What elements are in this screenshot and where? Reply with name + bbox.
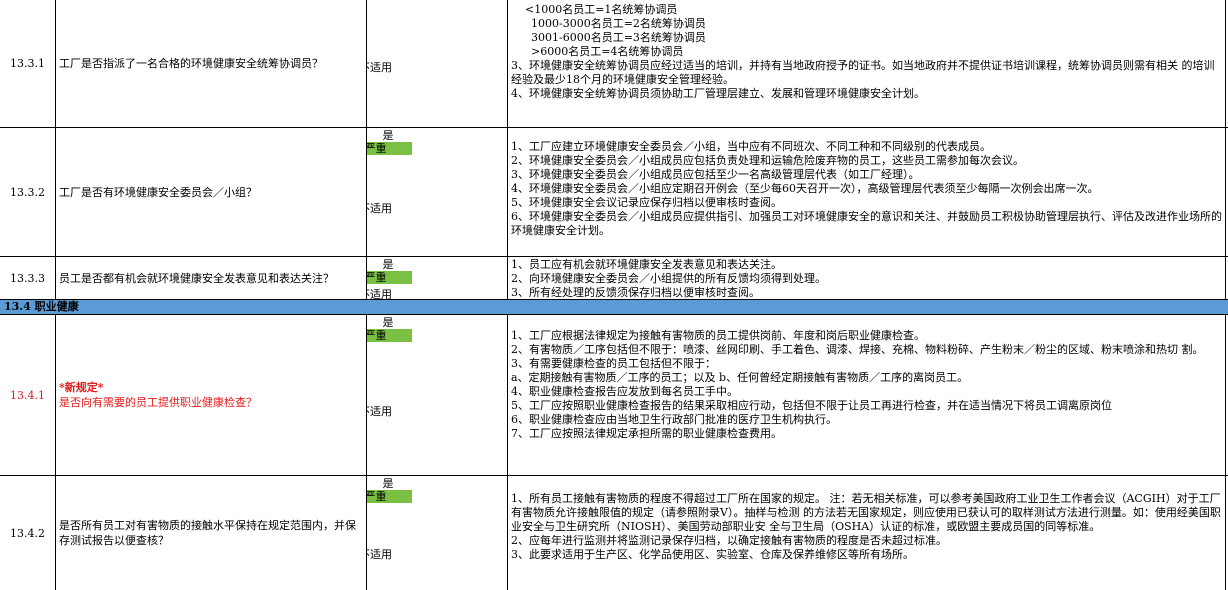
row-status-cell[interactable]: 是 严重 不适用 bbox=[367, 476, 508, 590]
row-status-cell[interactable]: 是 严重 不适用 bbox=[367, 128, 508, 256]
yes-label: 是 bbox=[382, 129, 394, 142]
row-status-cell[interactable]: 不适用 bbox=[367, 0, 508, 127]
status-text: 不适用 bbox=[367, 61, 392, 74]
yes-label: 是 bbox=[382, 258, 394, 271]
row-id-text: 13.4.2 bbox=[10, 526, 45, 540]
detail-line: 1000-3000名员工=2名统筹协调员 bbox=[531, 17, 706, 30]
detail-line: a、定期接触有害物质／工序的员工；以及 b、任何曾经定期接触有害物质／工序的离岗… bbox=[511, 371, 969, 384]
detail-line: 5、工厂应按照职业健康检查报告的结果采取相应行动，包括但不限于让员工再进行检查，… bbox=[511, 399, 1112, 412]
row-id-text: 13.3.2 bbox=[10, 185, 45, 199]
detail-line: 1、工厂应建立环境健康安全委员会／小组，当中应有不同班次、不同工种和不同级别的代… bbox=[511, 140, 991, 153]
section-header: 13.4 职业健康 bbox=[0, 300, 1228, 315]
table-row-13-3-1: 13.3.1 工厂是否指派了一名合格的环境健康安全统筹协调员？ 不适用 <100… bbox=[0, 0, 1228, 128]
row-details[interactable]: 1、工厂应建立环境健康安全委员会／小组，当中应有不同班次、不同工种和不同级别的代… bbox=[508, 128, 1226, 256]
detail-line: 3、环境健康安全委员会／小组成员应包括至少一名高级管理层代表（如工厂经理）。 bbox=[511, 168, 920, 181]
status-text: 不适用 bbox=[367, 548, 392, 561]
detail-line: 1、工厂应根据法律规定为接触有害物质的员工提供岗前、年度和岗后职业健康检查。 bbox=[511, 329, 925, 342]
question-text: 工厂是否指派了一名合格的环境健康安全统筹协调员？ bbox=[59, 57, 323, 70]
row-id[interactable]: 13.3.3 bbox=[0, 257, 56, 299]
row-id[interactable]: 13.4.2 bbox=[0, 476, 56, 590]
detail-line: 3、此要求适用于生产区、化学品使用区、实验室、仓库及保养维修区等所有场所。 bbox=[511, 548, 914, 561]
row-status-cell[interactable]: 是 严重 不适用 bbox=[367, 315, 508, 475]
severity-badge: 严重 bbox=[367, 490, 412, 503]
new-rule-label: *新规定* bbox=[59, 381, 104, 394]
row-id-text: 13.3.1 bbox=[10, 57, 45, 70]
question-text: 工厂是否有环境健康安全委员会／小组？ bbox=[59, 185, 257, 199]
detail-line: 1、所有员工接触有害物质的程度不得超过工厂所在国家的规定。 注：若无相关标准，可… bbox=[511, 492, 1221, 533]
row-question[interactable]: 员工是否都有机会就环境健康安全发表意见和表达关注？ bbox=[56, 257, 367, 299]
detail-line: 2、有害物质／工序包括但不限于：喷漆、丝网印刷、手工着色、调漆、焊接、充棉、物料… bbox=[511, 343, 1204, 356]
row-id[interactable]: 13.3.1 bbox=[0, 0, 56, 127]
detail-line: 5、环境健康安全会议记录应保存归档以便审核时查阅。 bbox=[511, 196, 782, 209]
detail-line: 4、环境健康安全委员会／小组应定期召开例会（至少每60天召开一次），高级管理层代… bbox=[511, 182, 1099, 195]
detail-line: 1、员工应有机会就环境健康安全发表意见和表达关注。 bbox=[511, 258, 782, 271]
severity-badge: 严重 bbox=[367, 329, 412, 342]
detail-line: 6、环境健康安全委员会／小组成员应提供指引、加强员工对环境健康安全的意识和关注、… bbox=[511, 210, 1222, 237]
question-text: 员工是否都有机会就环境健康安全发表意见和表达关注？ bbox=[59, 271, 334, 285]
table-row-13-4-1: 13.4.1 *新规定* 是否向有需要的员工提供职业健康检查？ 是 严重 不适用… bbox=[0, 315, 1228, 476]
row-question[interactable]: 工厂是否指派了一名合格的环境健康安全统筹协调员？ bbox=[56, 0, 367, 127]
row-question[interactable]: *新规定* 是否向有需要的员工提供职业健康检查？ bbox=[56, 315, 367, 475]
severity-badge: 严重 bbox=[367, 142, 412, 155]
detail-line: 2、应每年进行监测并将监测记录保存归档，以确定接触有害物质的程度是否未超过标准。 bbox=[511, 534, 947, 547]
detail-line: 4、职业健康检查报告应发放到每名员工手中。 bbox=[511, 385, 738, 398]
severity-badge: 严重 bbox=[367, 271, 412, 284]
detail-line: <1000名员工=1名统筹协调员 bbox=[525, 3, 678, 16]
yes-label: 是 bbox=[382, 316, 394, 329]
row-details[interactable]: 1、员工应有机会就环境健康安全发表意见和表达关注。 2、向环境健康安全委员会／小… bbox=[508, 257, 1226, 299]
question-text: 是否向有需要的员工提供职业健康检查？ bbox=[59, 396, 257, 409]
table-row-13-3-3: 13.3.3 员工是否都有机会就环境健康安全发表意见和表达关注？ 是 严重 不适… bbox=[0, 257, 1228, 300]
detail-line: 3001-6000名员工=3名统筹协调员 bbox=[531, 31, 706, 44]
row-status-cell[interactable]: 是 严重 不适用 bbox=[367, 257, 508, 299]
detail-line: 2、向环境健康安全委员会／小组提供的所有反馈均须得到处理。 bbox=[511, 272, 826, 285]
detail-line: 3、所有经处理的反馈须保存归档以便审核时查阅。 bbox=[511, 286, 760, 299]
row-question[interactable]: 是否所有员工对有害物质的接触水平保持在规定范围内，并保存测试报告以便查核？ bbox=[56, 476, 367, 590]
row-id-text: 13.4.1 bbox=[10, 388, 45, 402]
yes-label: 是 bbox=[382, 477, 394, 490]
detail-line: 6、职业健康检查应由当地卫生行政部门批准的医疗卫生机构执行。 bbox=[511, 413, 837, 426]
detail-line: 4、环境健康安全统筹协调员须协助工厂管理层建立、发展和管理环境健康安全计划。 bbox=[511, 87, 925, 100]
question-text: 是否所有员工对有害物质的接触水平保持在规定范围内，并保存测试报告以便查核？ bbox=[59, 519, 356, 547]
detail-line: 3、环境健康安全统筹协调员应经过适当的培训，并持有当地政府授予的证书。如当地政府… bbox=[511, 59, 1215, 86]
detail-line: 3、有需要健康检查的员工包括但不限于： bbox=[511, 357, 716, 370]
status-text: 不适用 bbox=[367, 288, 392, 299]
status-text: 不适用 bbox=[367, 405, 392, 418]
detail-line: >6000名员工=4名统筹协调员 bbox=[531, 45, 684, 58]
detail-line: 7、工厂应按照法律规定承担所需的职业健康检查费用。 bbox=[511, 427, 782, 440]
row-id[interactable]: 13.3.2 bbox=[0, 128, 56, 256]
table-row-13-4-2: 13.4.2 是否所有员工对有害物质的接触水平保持在规定范围内，并保存测试报告以… bbox=[0, 476, 1228, 590]
row-details[interactable]: 1、工厂应根据法律规定为接触有害物质的员工提供岗前、年度和岗后职业健康检查。 2… bbox=[508, 315, 1226, 475]
row-details[interactable]: 1、所有员工接触有害物质的程度不得超过工厂所在国家的规定。 注：若无相关标准，可… bbox=[508, 476, 1226, 590]
table-row-13-3-2: 13.3.2 工厂是否有环境健康安全委员会／小组？ 是 严重 不适用 1、工厂应… bbox=[0, 128, 1228, 257]
spreadsheet-sheet: 13.3.1 工厂是否指派了一名合格的环境健康安全统筹协调员？ 不适用 <100… bbox=[0, 0, 1228, 590]
status-text: 不适用 bbox=[367, 202, 392, 215]
detail-line: 2、环境健康安全委员会／小组成员应包括负责处理和运输危险废弃物的员工，这些员工需… bbox=[511, 154, 1024, 167]
row-id[interactable]: 13.4.1 bbox=[0, 315, 56, 475]
row-id-text: 13.3.3 bbox=[10, 271, 45, 285]
row-question[interactable]: 工厂是否有环境健康安全委员会／小组？ bbox=[56, 128, 367, 256]
row-details[interactable]: <1000名员工=1名统筹协调员 1000-3000名员工=2名统筹协调员 30… bbox=[508, 0, 1226, 127]
